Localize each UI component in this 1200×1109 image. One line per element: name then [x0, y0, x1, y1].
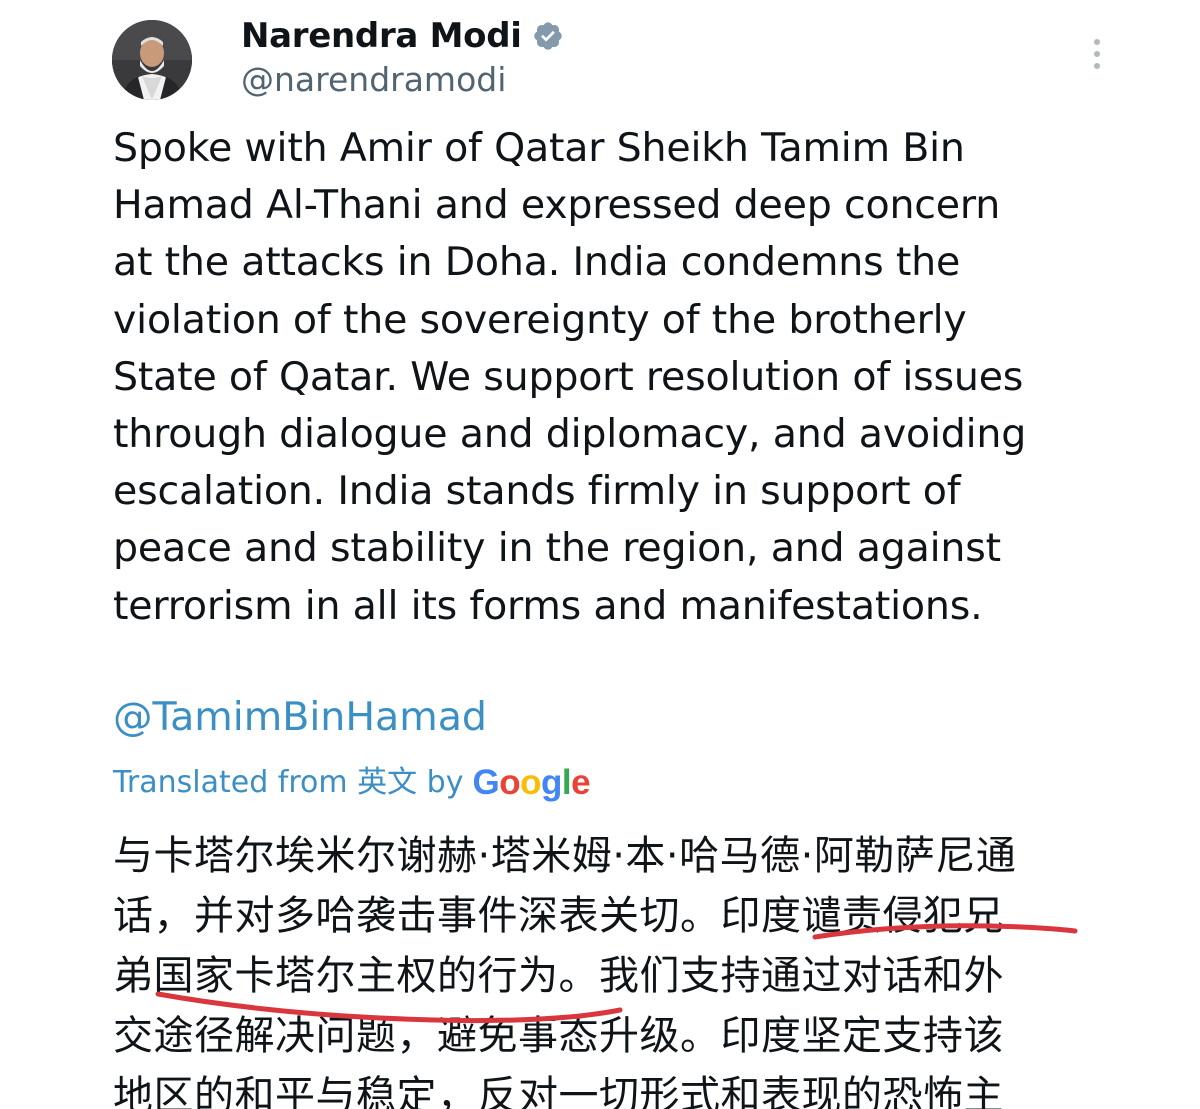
- tweet-text-line: Hamad Al-Thani and expressed deep concer…: [113, 182, 1001, 229]
- verified-badge-icon: [533, 22, 562, 50]
- translated-text-line: 弟国家卡塔尔主权的行为。我们支持通过对话和外: [113, 953, 1004, 999]
- author-avatar[interactable]: [112, 20, 192, 100]
- tweet-text-line: escalation. India stands firmly in suppo…: [113, 468, 961, 515]
- profile-photo: [112, 20, 192, 100]
- tweet-text: Spoke with Amir of Qatar Sheikh Tamim Bi…: [113, 120, 1123, 635]
- translation-attribution[interactable]: Translated from 英文 by Google: [113, 762, 591, 804]
- tweet-text-line: through dialogue and diplomacy, and avoi…: [113, 411, 1027, 458]
- tweet-text-line: terrorism in all its forms and manifesta…: [113, 582, 983, 629]
- tweet-text-line: at the attacks in Doha. India condemns t…: [113, 239, 961, 286]
- more-options-button[interactable]: [1082, 34, 1112, 74]
- translated-text-line: 地区的和平与稳定，反对一切形式和表现的恐怖主: [113, 1073, 1004, 1109]
- translated-text-line: 话，并对多哈袭击事件深表关切。印度谴责侵犯兄: [113, 893, 1004, 939]
- translated-text: 与卡塔尔埃米尔谢赫·塔米姆·本·哈马德·阿勒萨尼通 话，并对多哈袭击事件深表关切…: [113, 826, 1113, 1109]
- more-vertical-icon: [1094, 39, 1100, 45]
- translation-label: Translated from 英文 by: [113, 765, 464, 800]
- mention-link[interactable]: @TamimBinHamad: [113, 690, 487, 744]
- tweet-text-line: State of Qatar. We support resolution of…: [113, 353, 1024, 400]
- translated-text-line: 与卡塔尔埃米尔谢赫·塔米姆·本·哈马德·阿勒萨尼通: [113, 833, 1017, 879]
- author-display-name[interactable]: Narendra Modi: [241, 14, 522, 58]
- author-name-row[interactable]: Narendra Modi: [241, 14, 564, 58]
- google-logo: Google: [472, 763, 591, 802]
- translated-text-line: 交途径解决问题，避免事态升级。印度坚定支持该: [113, 1013, 1004, 1059]
- tweet-text-line: peace and stability in the region, and a…: [113, 525, 1001, 572]
- author-handle[interactable]: @narendramodi: [241, 58, 506, 102]
- tweet-text-line: Spoke with Amir of Qatar Sheikh Tamim Bi…: [113, 125, 965, 171]
- tweet-text-line: violation of the sovereignty of the brot…: [113, 296, 967, 343]
